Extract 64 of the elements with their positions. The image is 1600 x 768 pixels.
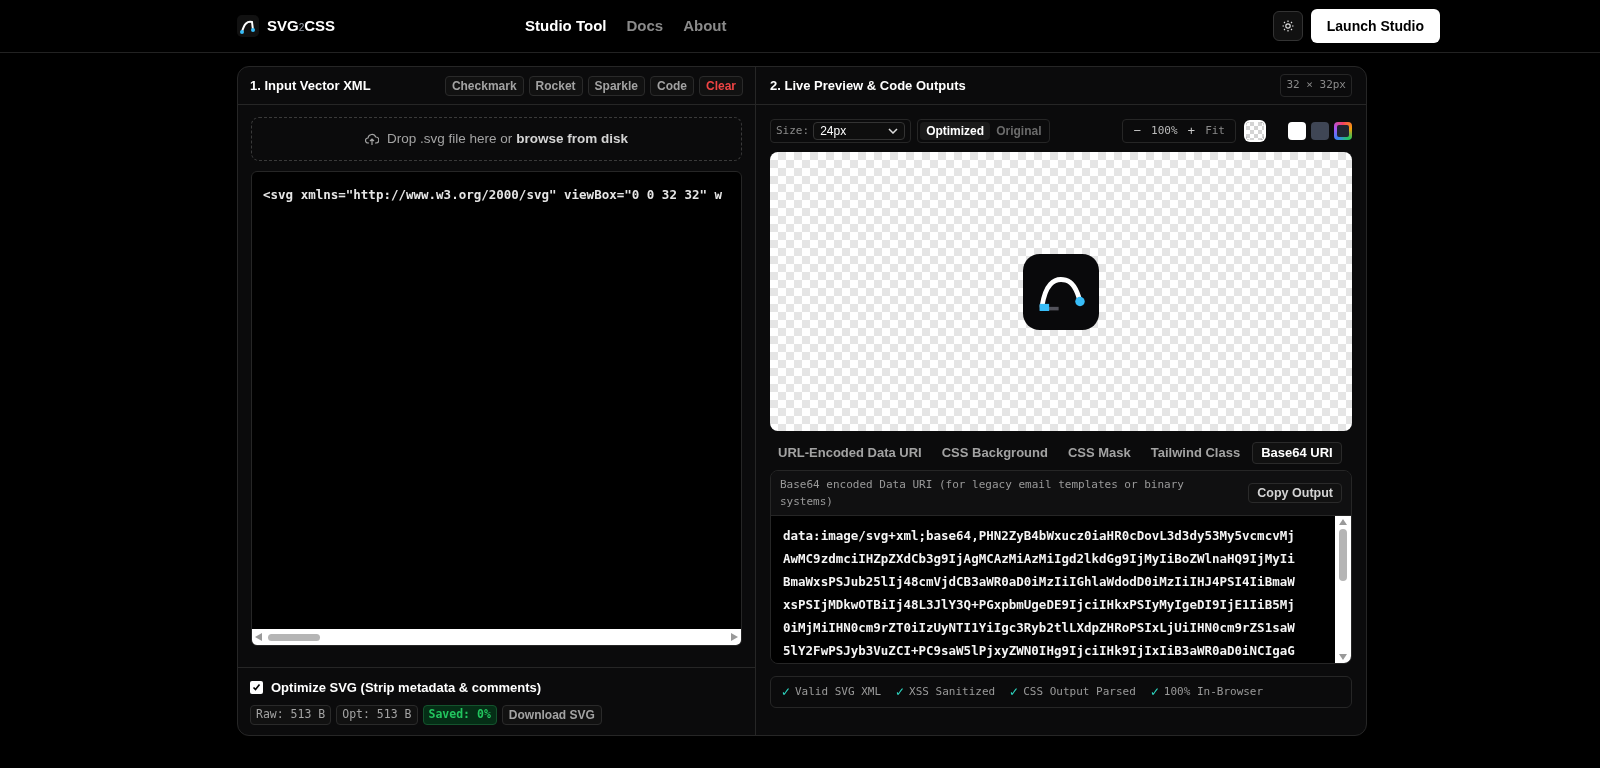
scroll-up-icon[interactable] <box>1339 519 1347 525</box>
status-text: XSS Sanitized <box>909 683 996 700</box>
background-swatch[interactable] <box>1246 122 1264 140</box>
status-text: 100% In-Browser <box>1163 683 1264 700</box>
check-mark: ✓ <box>895 684 906 701</box>
optimize-checkbox[interactable] <box>250 680 263 694</box>
scroll-left-icon[interactable] <box>255 633 262 641</box>
scroll-right-icon[interactable] <box>731 633 738 641</box>
output-tab[interactable]: CSS Background <box>933 442 1056 464</box>
background-swatch[interactable] <box>1334 122 1352 140</box>
nav-link[interactable]: Studio Tool <box>525 14 607 38</box>
svg-code-text: <svg xmlns="http://www.w3.org/2000/svg" viewBox="0 0 32 32" w <box>263 186 724 204</box>
output-tab[interactable]: Tailwind Class <box>1142 442 1249 464</box>
mode-toggle[interactable]: Optimized <box>920 122 991 140</box>
chevron-down-icon <box>888 128 899 134</box>
size-label: Size: <box>776 122 810 139</box>
download-svg-button[interactable]: Download SVG <box>501 705 602 725</box>
zoom-out-button[interactable]: − <box>1133 121 1142 141</box>
zoom-in-button[interactable]: + <box>1187 121 1196 141</box>
panel-title: 2. Live Preview & Code Outputs <box>770 76 966 95</box>
svg-code-editor[interactable]: <svg xmlns="http://www.w3.org/2000/svg" viewBox="0 0 32 32" w <box>251 171 742 646</box>
copy-output-button[interactable]: Copy Output <box>1248 483 1342 503</box>
output-code: data:image/svg+xml;base64,PHN2ZyB4bWxucz0iaHR0cDovL3d3dy53My5vcmcvMj AwMC9zdmciIHZpZXdCb3g9IjAgMCAzMiAzMiIgd2lkdGg9IjMyIiBoZWlnaHQ9IjMyIi BmaWxsPSJub25lIj48cmVjdCB3aWR0aD0iMzIiIGhlaWdodD0iMzIiIHJ4PSI4IiBmaW xsPSIjMDkwOTBiIj48L3JlY3Q+PGxpbmUgeDE9IjciIHkxPSIyMyIgeDI9IjE1IiB5Mj 0iMjMiIHN0cm9rZT0iIzUyNTI1YiIgc3Ryb2tlLXdpZHRoPSIxLjUiIHN0cm9rZS1saW 5lY2FwPSJyb3VuZCI+PC9saW5lPjxyZWN0IHg9IjciIHk9IjIxIiB3aWR0aD0iNCIgaG <box>782 527 1296 660</box>
size-stat: Raw: 513 B <box>250 705 332 725</box>
scrollbar-thumb[interactable] <box>268 633 320 641</box>
size-stat: Saved: 0% <box>422 705 497 725</box>
check-mark: ✓ <box>1149 684 1160 701</box>
brand-name: SVG2CSS <box>267 15 336 36</box>
background-swatch[interactable] <box>1311 122 1329 140</box>
scrollbar-thumb[interactable] <box>1339 529 1347 581</box>
check-mark: ✓ <box>781 684 791 701</box>
status-text: CSS Output Parsed <box>1023 683 1136 700</box>
output-tab[interactable]: CSS Mask <box>1059 442 1139 464</box>
nav-link[interactable]: Docs <box>626 14 664 38</box>
preset-button[interactable]: Checkmark <box>444 75 524 96</box>
dropzone-text: Drop .svg file here or browse from disk <box>387 129 628 148</box>
dimensions-badge: 32 × 32px <box>1280 74 1352 97</box>
size-stat: Opt: 513 B <box>336 705 418 725</box>
check-mark: ✓ <box>1009 684 1020 701</box>
output-tab[interactable]: Base64 URI <box>1252 442 1342 464</box>
panel-title: 1. Input Vector XML <box>250 76 371 95</box>
preset-button[interactable]: Clear <box>698 75 743 96</box>
fit-button[interactable]: Fit <box>1205 122 1225 140</box>
launch-studio-button[interactable]: Launch Studio <box>1310 9 1440 43</box>
file-dropzone[interactable]: Drop .svg file here or browse from disk <box>251 117 742 161</box>
preset-button[interactable]: Rocket <box>528 75 583 96</box>
size-select[interactable]: 24px <box>813 122 906 140</box>
optimize-label: Optimize SVG (Strip metadata & comments) <box>271 678 542 697</box>
theme-toggle-button[interactable] <box>1272 11 1303 41</box>
browse-link[interactable]: browse from disk <box>516 130 628 146</box>
scroll-down-icon[interactable] <box>1339 654 1347 660</box>
upload-cloud-icon <box>365 132 380 146</box>
mode-toggle[interactable]: Original <box>990 122 1048 140</box>
output-tab[interactable]: URL-Encoded Data URI <box>770 442 930 464</box>
preset-button[interactable]: Code <box>649 75 694 96</box>
status-text: Valid SVG XML <box>795 683 882 700</box>
output-description: Base64 encoded Data URI (for legacy email templates or binary systems) <box>780 477 1185 510</box>
zoom-level: 100% <box>1151 122 1178 139</box>
sun-icon <box>1281 20 1294 32</box>
background-swatch[interactable] <box>1288 122 1306 140</box>
preset-button[interactable]: Sparkle <box>587 75 645 96</box>
nav-link[interactable]: About <box>683 14 727 38</box>
check-icon <box>252 682 261 692</box>
logo-icon <box>237 15 259 37</box>
